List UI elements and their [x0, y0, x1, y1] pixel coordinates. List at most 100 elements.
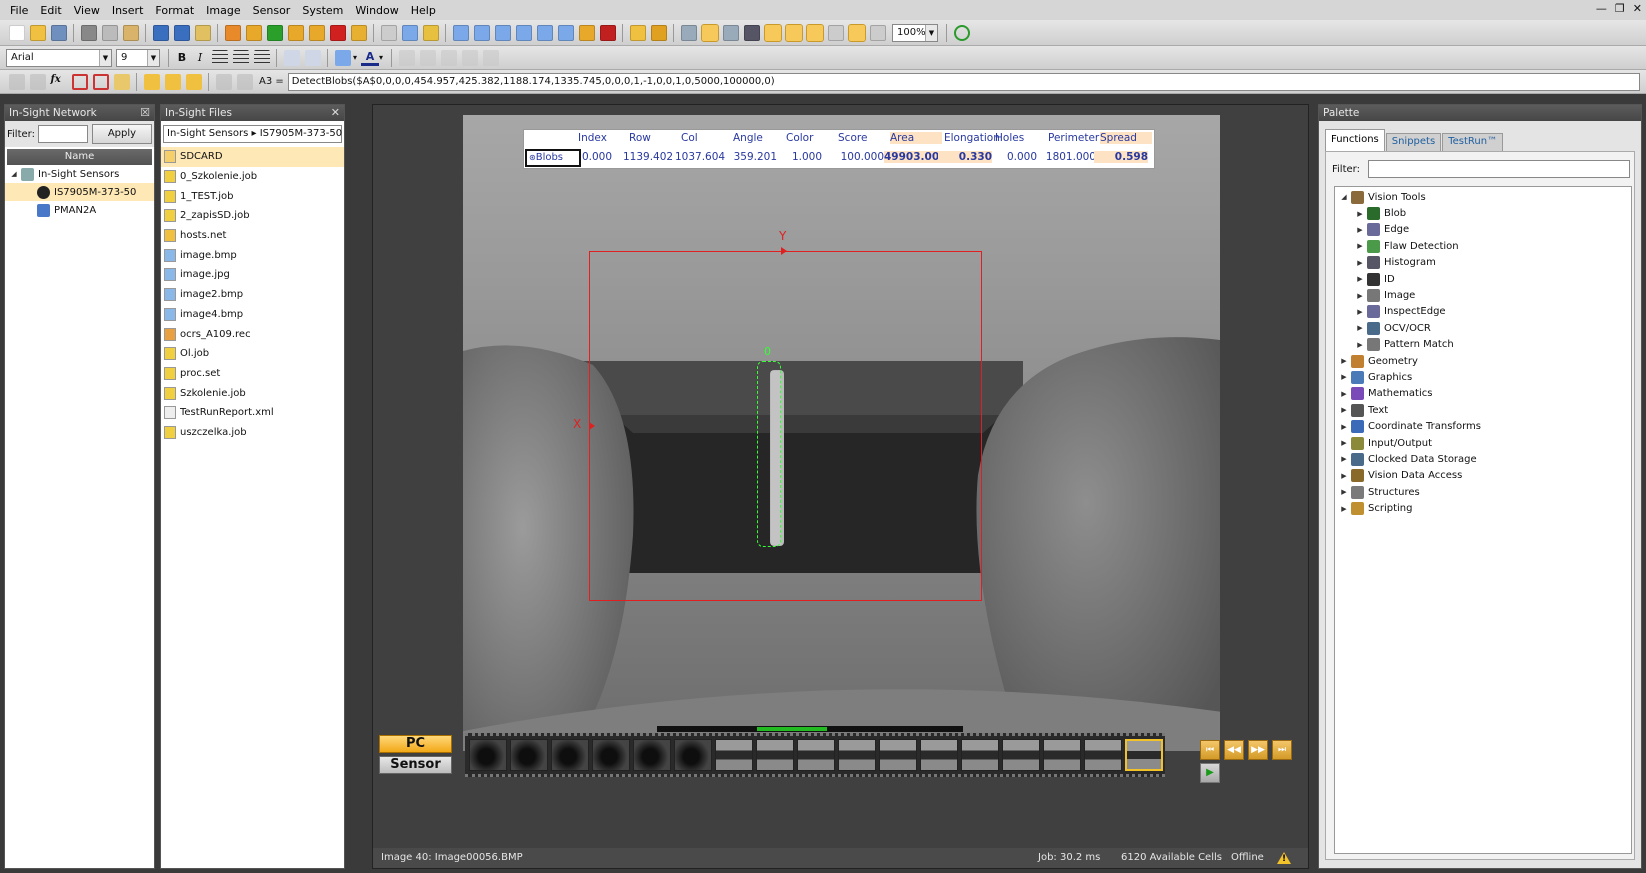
chevron-right-icon[interactable]: ▶ [1339, 472, 1349, 480]
tree-category-text[interactable]: ▶ Text [1335, 402, 1631, 418]
chevron-right-icon[interactable]: ▶ [1355, 226, 1365, 234]
chevron-down-icon[interactable]: ◢ [1339, 193, 1349, 201]
chevron-right-icon[interactable]: ▶ [1355, 242, 1365, 250]
grid-icon[interactable] [29, 73, 46, 90]
results-value-area[interactable]: 49903.000 [884, 151, 946, 163]
camera-icon[interactable] [194, 24, 211, 41]
filmstrip-frame[interactable] [797, 739, 835, 771]
easyview-icon[interactable] [784, 23, 803, 42]
record-icon[interactable] [329, 24, 346, 41]
menu-format[interactable]: Format [149, 4, 200, 17]
flow-icon[interactable] [482, 49, 499, 66]
chevron-right-icon[interactable]: ▶ [1355, 324, 1365, 332]
tree-item-sensor[interactable]: IS7905M-373-50 [5, 183, 154, 201]
last-icon[interactable] [308, 24, 325, 41]
chevron-right-icon[interactable]: ▶ [1355, 275, 1365, 283]
disabled-icon[interactable] [869, 24, 886, 41]
close-icon[interactable]: ✕ [331, 105, 340, 121]
tree-category-scripting[interactable]: ▶ Scripting [1335, 500, 1631, 516]
chevron-right-icon[interactable]: ▶ [1355, 341, 1365, 349]
name-column-header[interactable]: Name [7, 149, 152, 165]
tab-snippets[interactable]: Snippets [1385, 133, 1442, 151]
tree-tool-image[interactable]: ▶ Image [1335, 287, 1631, 303]
align-right-icon[interactable] [253, 49, 270, 66]
zoom-select[interactable]: 100% ▼ [892, 23, 938, 42]
chevron-right-icon[interactable]: ▶ [1339, 505, 1349, 513]
cancel-icon[interactable] [236, 73, 253, 90]
tree-tool-ocv-ocr[interactable]: ▶ OCV/OCR [1335, 320, 1631, 336]
decrease-decimal-icon[interactable] [304, 49, 321, 66]
palette-filter-input[interactable] [1367, 160, 1630, 178]
menu-sensor[interactable]: Sensor [247, 4, 297, 17]
warning-icon[interactable]: ! [1277, 852, 1291, 864]
filmstrip-frame[interactable] [469, 739, 507, 771]
breadcrumb[interactable]: In-Sight Sensors ▸ IS7905M-373-50 [163, 125, 342, 143]
filmstrip-scroll[interactable] [657, 726, 963, 732]
breadcrumb-root[interactable]: In-Sight Sensors [167, 128, 248, 139]
snapshot-icon[interactable] [350, 24, 367, 41]
tree-category-graphics[interactable]: ▶ Graphics [1335, 369, 1631, 385]
tree-category-clocked-data-storage[interactable]: ▶ Clocked Data Storage [1335, 451, 1631, 467]
filmstrip-frame[interactable] [756, 739, 794, 771]
tree-category-structures[interactable]: ▶ Structures [1335, 484, 1631, 500]
pc-button[interactable]: PC [379, 735, 452, 753]
filmstrip-frame[interactable] [838, 739, 876, 771]
results-value-color[interactable]: 1.000 [780, 151, 822, 163]
live-icon[interactable] [629, 24, 646, 41]
chevron-down-icon[interactable]: ▾ [379, 53, 387, 62]
user-icon[interactable] [805, 23, 824, 42]
image-icon[interactable] [113, 73, 130, 90]
display-icon[interactable] [847, 23, 866, 42]
file-item[interactable]: 0_Szkolenie.job [161, 167, 344, 187]
checkmark-icon[interactable] [215, 73, 232, 90]
chevron-right-icon[interactable]: ▶ [1355, 259, 1365, 267]
results-value-holes[interactable]: 0.000 [989, 151, 1037, 163]
file-item[interactable]: image.bmp [161, 245, 344, 265]
menu-insert[interactable]: Insert [106, 4, 150, 17]
cut-icon[interactable] [80, 24, 97, 41]
increase-decimal-icon[interactable] [283, 49, 300, 66]
tree-category-geometry[interactable]: ▶ Geometry [1335, 353, 1631, 369]
last-frame-icon[interactable]: ⏭ [1272, 740, 1292, 760]
results-value-row[interactable]: 1139.402 [623, 151, 673, 163]
tree-tool-inspectedge[interactable]: ▶ InspectEdge [1335, 304, 1631, 320]
tree-category-input-output[interactable]: ▶ Input/Output [1335, 435, 1631, 451]
file-item[interactable]: Szkolenie.job [161, 383, 344, 403]
chevron-right-icon[interactable]: ▶ [1339, 373, 1349, 381]
roi-rectangle[interactable] [589, 251, 982, 601]
tree-tool-pattern-match[interactable]: ▶ Pattern Match [1335, 337, 1631, 353]
file-item[interactable]: 1_TEST.job [161, 186, 344, 206]
flow-icon[interactable] [440, 49, 457, 66]
font-family-select[interactable]: Arial ▼ [6, 48, 112, 67]
undo-icon[interactable] [152, 24, 169, 41]
open-folder-icon[interactable] [29, 24, 46, 41]
tab-functions[interactable]: Functions [1325, 129, 1385, 151]
file-item[interactable]: Ol.job [161, 344, 344, 364]
breadcrumb-sensor[interactable]: IS7905M-373-50 [260, 128, 342, 139]
prev-icon[interactable] [245, 24, 262, 41]
menu-file[interactable]: File [4, 4, 34, 17]
tree-item-sensor[interactable]: PMAN2A [5, 201, 154, 219]
fast-forward-icon[interactable] [287, 24, 304, 41]
font-color-button[interactable]: A [361, 50, 379, 66]
tab-testrun[interactable]: TestRun™ [1442, 133, 1504, 151]
person-icon[interactable] [578, 24, 595, 41]
flow-icon[interactable] [398, 49, 415, 66]
filmstrip-frame[interactable] [715, 739, 753, 771]
redo-icon[interactable] [173, 24, 190, 41]
close-icon[interactable]: ✕ [1633, 2, 1642, 15]
previous-frame-icon[interactable]: ◀◀ [1224, 740, 1244, 760]
file-item[interactable]: hosts.net [161, 226, 344, 246]
font-size-select[interactable]: 9 ▼ [116, 48, 160, 67]
bold-button[interactable]: B [173, 51, 191, 64]
blob-outline[interactable] [757, 361, 781, 547]
filmstrip-frame[interactable] [1084, 739, 1122, 771]
tree-root-sensors[interactable]: ◢ In-Sight Sensors [5, 165, 154, 183]
file-item[interactable]: image4.bmp [161, 305, 344, 325]
filmstrip-frame[interactable] [510, 739, 548, 771]
align-left-icon[interactable] [211, 49, 228, 66]
filmstrip-frame[interactable] [1043, 739, 1081, 771]
graphics-icon[interactable] [599, 24, 616, 41]
network-filter-input[interactable] [37, 125, 88, 143]
zoom-in-icon[interactable] [452, 24, 469, 41]
